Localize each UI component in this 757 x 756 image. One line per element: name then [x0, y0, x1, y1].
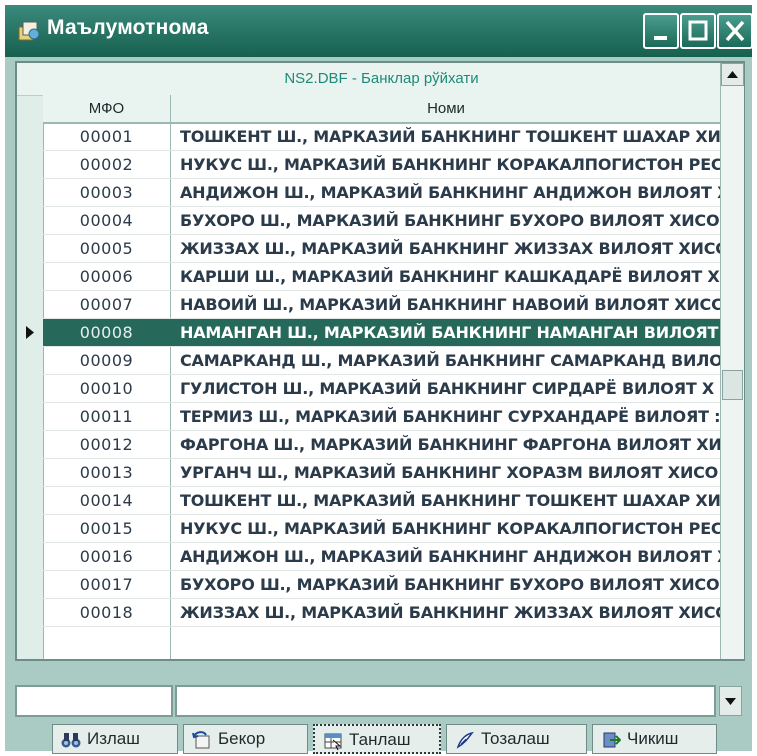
row-mfo: 00015 [79, 519, 134, 538]
row-mfo: 00003 [79, 183, 134, 202]
row-mfo: 00004 [79, 211, 134, 230]
select-button-label: Танлаш [349, 730, 411, 749]
row-name: НАМАНГАН Ш., МАРКАЗИЙ БАНКНИНГ НАМАНГАН … [180, 323, 719, 342]
window-title: Маълумотнома [47, 16, 209, 39]
grid-caption: NS2.DBF - Банклар рўйхати [284, 70, 479, 87]
table-row[interactable]: 00008 НАМАНГАН Ш., МАРКАЗИЙ БАНКНИНГ НАМА… [43, 319, 720, 347]
binoculars-icon [61, 733, 81, 748]
column-header-mfo[interactable]: МФО [43, 95, 170, 124]
app-icon [18, 21, 40, 41]
close-button[interactable] [717, 13, 753, 49]
row-mfo: 00018 [79, 603, 134, 622]
row-mfo: 00002 [79, 155, 134, 174]
cancel-button[interactable]: Бекор [183, 724, 308, 754]
vertical-scrollbar[interactable] [720, 63, 744, 659]
scroll-down-button[interactable] [719, 686, 742, 716]
row-name: НУКУС Ш., МАРКАЗИЙ БАНКНИНГ КОРАКАЛПОГИС… [180, 519, 720, 538]
exit-icon [603, 732, 621, 748]
button-bar: Излаш Бекор Танлаш Тозалаш Чикиш [15, 724, 745, 756]
banks-grid[interactable]: NS2.DBF - Банклар рўйхати МФО Номи 00001… [15, 61, 745, 661]
clear-button[interactable]: Тозалаш [446, 724, 587, 754]
exit-button[interactable]: Чикиш [592, 724, 717, 754]
row-mfo: 00008 [79, 323, 134, 342]
row-mfo: 00006 [79, 267, 134, 286]
row-indicator-column [17, 63, 44, 659]
table-row[interactable]: 00004 БУХОРО Ш., МАРКАЗИЙ БАНКНИНГ БУХОРО… [43, 207, 720, 235]
row-name: ТЕРМИЗ Ш., МАРКАЗИЙ БАНКНИНГ СУРХАНДАРЁ … [180, 407, 720, 426]
column-header-name[interactable]: Номи [170, 95, 721, 124]
table-row[interactable]: 00015 НУКУС Ш., МАРКАЗИЙ БАНКНИНГ КОРАКАЛ… [43, 515, 720, 543]
title-bar[interactable]: Маълумотнома [5, 5, 753, 57]
scroll-up-button[interactable] [721, 63, 744, 86]
table-row[interactable]: 00005 ЖИЗЗАХ Ш., МАРКАЗИЙ БАНКНИНГ ЖИЗЗАХ… [43, 235, 720, 263]
table-row[interactable]: 00006 КАРШИ Ш., МАРКАЗИЙ БАНКНИНГ КАШКАДА… [43, 263, 720, 291]
arrow-down-icon [725, 698, 736, 705]
minimize-button[interactable] [643, 13, 679, 49]
row-name: КАРШИ Ш., МАРКАЗИЙ БАНКНИНГ КАШКАДАРЁ ВИ… [180, 267, 720, 286]
table-row[interactable]: 00009 САМАРКАНД Ш., МАРКАЗИЙ БАНКНИНГ САМ… [43, 347, 720, 375]
exit-button-label: Чикиш [627, 729, 679, 748]
row-name: НАВОИЙ Ш., МАРКАЗИЙ БАНКНИНГ НАВОИЙ ВИЛО… [180, 295, 720, 314]
table-row[interactable]: 00017 БУХОРО Ш., МАРКАЗИЙ БАНКНИНГ БУХОРО… [43, 571, 720, 599]
row-mfo: 00010 [79, 379, 134, 398]
reference-window: Маълумотнома NS2.DBF - Банклар рўйхати М… [5, 5, 753, 754]
row-mfo: 00013 [79, 463, 134, 482]
table-select-icon [324, 733, 342, 751]
grid-caption-bar: NS2.DBF - Банклар рўйхати [17, 63, 720, 96]
table-row[interactable]: 00016 АНДИЖОН Ш., МАРКАЗИЙ БАНКНИНГ АНДИЖ… [43, 543, 720, 571]
row-name: АНДИЖОН Ш., МАРКАЗИЙ БАНКНИНГ АНДИЖОН ВИ… [180, 547, 720, 566]
row-mfo: 00012 [79, 435, 134, 454]
row-name: БУХОРО Ш., МАРКАЗИЙ БАНКНИНГ БУХОРО ВИЛО… [180, 575, 720, 594]
row-name: ФАРГОНА Ш., МАРКАЗИЙ БАНКНИНГ ФАРГОНА ВИ… [180, 435, 720, 454]
table-row[interactable]: 00003 АНДИЖОН Ш., МАРКАЗИЙ БАНКНИНГ АНДИЖ… [43, 179, 720, 207]
minimize-icon [654, 36, 667, 40]
row-mfo: 00001 [79, 127, 134, 146]
arrow-up-icon [727, 71, 738, 78]
row-mfo: 00009 [79, 351, 134, 370]
row-name: ТОШКЕНТ Ш., МАРКАЗИЙ БАНКНИНГ ТОШКЕНТ ША… [180, 127, 720, 146]
table-row[interactable]: 00002 НУКУС Ш., МАРКАЗИЙ БАНКНИНГ КОРАКАЛ… [43, 151, 720, 179]
row-name: САМАРКАНД Ш., МАРКАЗИЙ БАНКНИНГ САМАРКАН… [180, 351, 720, 370]
cancel-button-label: Бекор [218, 729, 266, 748]
search-button-label: Излаш [87, 729, 140, 748]
table-row[interactable]: 00013 УРГАНЧ Ш., МАРКАЗИЙ БАНКНИНГ ХОРАЗМ… [43, 459, 720, 487]
eraser-icon [456, 731, 474, 749]
row-name: БУХОРО Ш., МАРКАЗИЙ БАНКНИНГ БУХОРО ВИЛО… [180, 211, 720, 230]
table-row[interactable]: 00007 НАВОИЙ Ш., МАРКАЗИЙ БАНКНИНГ НАВОИЙ… [43, 291, 720, 319]
row-mfo: 00005 [79, 239, 134, 258]
maximize-button[interactable] [680, 13, 716, 49]
row-mfo: 00017 [79, 575, 134, 594]
clear-button-label: Тозалаш [481, 729, 550, 748]
search-button[interactable]: Излаш [52, 724, 178, 754]
row-name: ЖИЗЗАХ Ш., МАРКАЗИЙ БАНКНИНГ ЖИЗЗАХ ВИЛО… [180, 603, 720, 622]
row-name: ТОШКЕНТ Ш., МАРКАЗИЙ БАНКНИНГ ТОШКЕНТ ША… [180, 491, 720, 510]
row-mfo: 00016 [79, 547, 134, 566]
name-search-field[interactable] [175, 685, 716, 717]
maximize-icon [688, 20, 708, 41]
close-icon [725, 20, 745, 42]
table-row[interactable]: 00018 ЖИЗЗАХ Ш., МАРКАЗИЙ БАНКНИНГ ЖИЗЗАХ… [43, 599, 720, 627]
row-name: ЖИЗЗАХ Ш., МАРКАЗИЙ БАНКНИНГ ЖИЗЗАХ ВИЛО… [180, 239, 720, 258]
table-row[interactable]: 00014 ТОШКЕНТ Ш., МАРКАЗИЙ БАНКНИНГ ТОШКЕ… [43, 487, 720, 515]
scroll-thumb[interactable] [722, 370, 743, 400]
table-row[interactable]: 00001 ТОШКЕНТ Ш., МАРКАЗИЙ БАНКНИНГ ТОШКЕ… [43, 123, 720, 151]
select-button[interactable]: Танлаш [313, 724, 441, 754]
undo-icon [192, 731, 210, 749]
mfo-search-field[interactable] [15, 685, 173, 717]
table-row[interactable]: 00012 ФАРГОНА Ш., МАРКАЗИЙ БАНКНИНГ ФАРГО… [43, 431, 720, 459]
row-name: ГУЛИСТОН Ш., МАРКАЗИЙ БАНКНИНГ СИРДАРЁ В… [180, 379, 715, 398]
row-name: УРГАНЧ Ш., МАРКАЗИЙ БАНКНИНГ ХОРАЗМ ВИЛО… [180, 463, 719, 482]
row-name: НУКУС Ш., МАРКАЗИЙ БАНКНИНГ КОРАКАЛПОГИС… [180, 155, 720, 174]
row-mfo: 00011 [79, 407, 134, 426]
row-mfo: 00014 [79, 491, 134, 510]
row-mfo: 00007 [79, 295, 134, 314]
row-name: АНДИЖОН Ш., МАРКАЗИЙ БАНКНИНГ АНДИЖОН ВИ… [180, 183, 720, 202]
table-row[interactable]: 00011 ТЕРМИЗ Ш., МАРКАЗИЙ БАНКНИНГ СУРХАН… [43, 403, 720, 431]
table-row[interactable]: 00010 ГУЛИСТОН Ш., МАРКАЗИЙ БАНКНИНГ СИРД… [43, 375, 720, 403]
current-row-pointer-icon [26, 326, 34, 339]
